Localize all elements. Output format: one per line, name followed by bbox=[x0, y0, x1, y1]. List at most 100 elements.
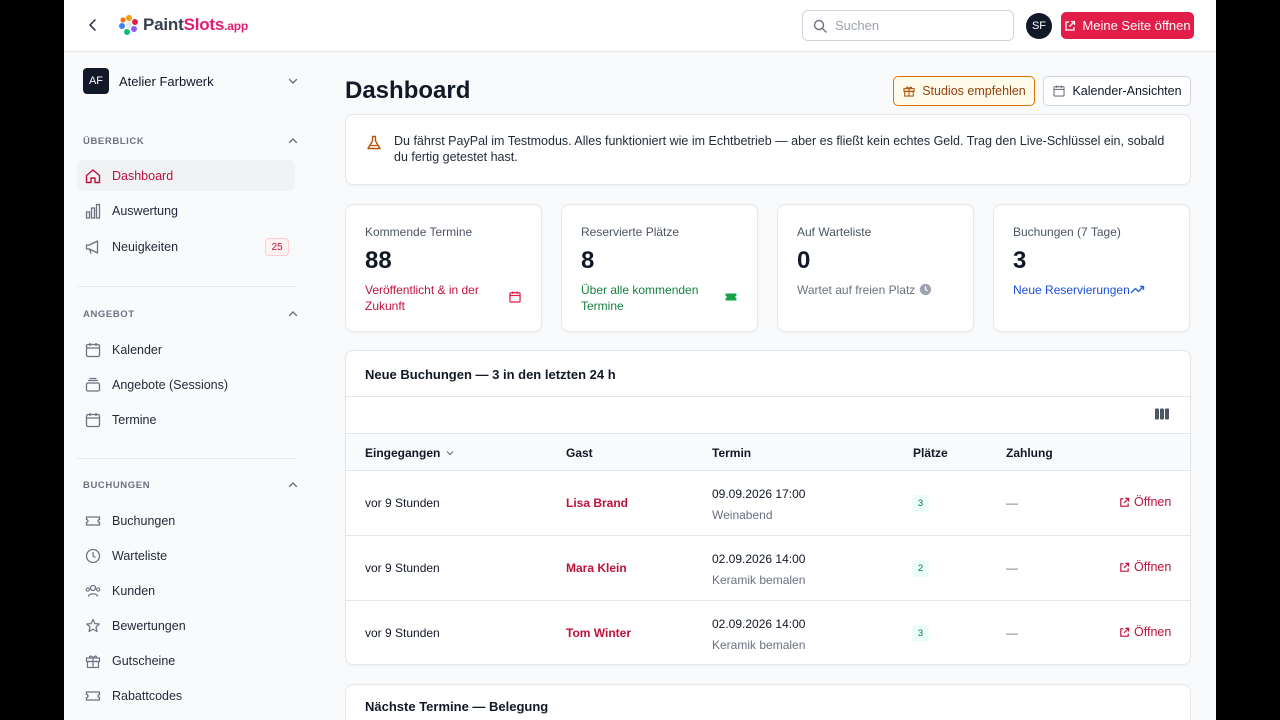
sidebar-item-dashboard[interactable]: Dashboard bbox=[77, 160, 295, 191]
open-booking-link[interactable]: Öffnen bbox=[1119, 625, 1171, 639]
appointment-event: Weinabend bbox=[712, 508, 773, 522]
payment-cell: — bbox=[1006, 561, 1018, 575]
sidebar-item-label: Warteliste bbox=[112, 548, 168, 563]
sidebar-item-analytics[interactable]: Auswertung bbox=[77, 195, 295, 226]
layers-icon bbox=[84, 376, 102, 394]
clock-icon bbox=[84, 547, 102, 565]
org-name: Atelier Farbwerk bbox=[119, 73, 214, 89]
logo[interactable]: PaintSlots.app bbox=[118, 14, 248, 36]
guest-link[interactable]: Tom Winter bbox=[566, 626, 631, 640]
sidebar-item-label: Neuigkeiten bbox=[112, 239, 179, 254]
back-button[interactable] bbox=[82, 14, 104, 36]
stat-card-reserved: Reservierte Plätze 8 Über alle kommenden… bbox=[561, 204, 758, 332]
calendar-views-label: Kalender-Ansichten bbox=[1072, 84, 1182, 98]
external-link-icon bbox=[1120, 497, 1130, 507]
sidebar-divider bbox=[77, 286, 295, 287]
section-offer-label: ANGEBOT bbox=[83, 308, 135, 320]
notice-text: Du fährst PayPal im Testmodus. Alles fun… bbox=[394, 134, 1165, 164]
stat-sub: Neue Reservierungen bbox=[1013, 283, 1130, 297]
table-row: vor 9 Stunden Lisa Brand 09.09.2026 17:0… bbox=[346, 471, 1190, 536]
external-link-icon bbox=[1065, 20, 1076, 31]
calendar-icon bbox=[508, 290, 522, 309]
stat-sub: Veröffentlicht & in der Zukunft bbox=[365, 283, 479, 313]
column-header-label: Eingegangen bbox=[365, 446, 441, 460]
received-cell: vor 9 Stunden bbox=[365, 496, 440, 510]
seats-badge: 3 bbox=[912, 495, 929, 512]
sidebar-item-sessions[interactable]: Angebote (Sessions) bbox=[77, 369, 295, 400]
external-link-icon bbox=[1120, 627, 1130, 637]
flask-icon bbox=[365, 134, 383, 157]
guest-link[interactable]: Mara Klein bbox=[566, 561, 627, 575]
open-my-page-button[interactable]: Meine Seite öffnen bbox=[1061, 12, 1194, 39]
new-bookings-card: Neue Buchungen — 3 in den letzten 24 h E… bbox=[345, 350, 1191, 665]
sidebar-item-calendar[interactable]: Kalender bbox=[77, 334, 295, 365]
search-box[interactable] bbox=[802, 10, 1014, 41]
stat-value: 3 bbox=[1013, 247, 1027, 274]
stat-value: 0 bbox=[797, 247, 811, 274]
column-toggle-button[interactable] bbox=[1154, 407, 1172, 421]
external-link-icon bbox=[1120, 562, 1130, 572]
column-header-payment: Zahlung bbox=[1006, 446, 1053, 460]
chevron-left-icon bbox=[89, 19, 96, 31]
search-input[interactable] bbox=[835, 18, 995, 33]
open-link-label: Öffnen bbox=[1134, 625, 1172, 639]
sidebar-item-reviews[interactable]: Bewertungen bbox=[77, 610, 295, 641]
guest-link[interactable]: Lisa Brand bbox=[566, 496, 628, 510]
new-bookings-title: Neue Buchungen — 3 in den letzten 24 h bbox=[365, 367, 616, 382]
section-offer-toggle[interactable]: ANGEBOT bbox=[83, 306, 299, 322]
org-switcher[interactable]: AF Atelier Farbwerk bbox=[83, 68, 299, 94]
column-header-label: Plätze bbox=[913, 446, 948, 460]
sidebar: AF Atelier Farbwerk ÜBERBLICK Dashboard … bbox=[64, 52, 312, 720]
news-count-badge: 25 bbox=[265, 238, 289, 256]
open-booking-link[interactable]: Öffnen bbox=[1119, 495, 1171, 509]
open-booking-link[interactable]: Öffnen bbox=[1119, 560, 1171, 574]
sidebar-item-vouchers[interactable]: Gutscheine bbox=[77, 645, 295, 676]
stat-label: Reservierte Plätze bbox=[581, 225, 680, 239]
calendar-icon bbox=[1053, 85, 1066, 97]
appointment-event: Keramik bemalen bbox=[712, 573, 806, 587]
sidebar-item-label: Buchungen bbox=[112, 513, 176, 528]
section-bookings-toggle[interactable]: BUCHUNGEN bbox=[83, 477, 299, 493]
recommend-studios-label: Studios empfehlen bbox=[922, 84, 1026, 98]
section-overview-toggle[interactable]: ÜBERBLICK bbox=[83, 133, 299, 149]
user-avatar[interactable]: SF bbox=[1026, 13, 1052, 39]
trending-up-icon bbox=[1130, 283, 1145, 301]
appointment-date: 02.09.2026 14:00 bbox=[712, 617, 806, 631]
chevron-down-icon bbox=[446, 451, 454, 456]
sidebar-item-label: Dashboard bbox=[112, 168, 174, 183]
stat-sub: Über alle kommenden Termine bbox=[581, 283, 699, 313]
column-header-received[interactable]: Eingegangen bbox=[365, 446, 455, 460]
star-icon bbox=[84, 617, 102, 635]
gift-icon bbox=[903, 86, 915, 97]
sidebar-item-news[interactable]: Neuigkeiten 25 bbox=[77, 231, 295, 262]
calendar-views-button[interactable]: Kalender-Ansichten bbox=[1043, 76, 1191, 106]
column-header-label: Zahlung bbox=[1006, 446, 1053, 460]
sidebar-item-customers[interactable]: Kunden bbox=[77, 575, 295, 606]
seats-badge: 2 bbox=[912, 560, 929, 577]
sidebar-item-waitlist[interactable]: Warteliste bbox=[77, 540, 295, 571]
ticket-icon bbox=[724, 290, 738, 309]
search-icon bbox=[813, 19, 827, 33]
card-divider bbox=[346, 396, 1190, 397]
payment-cell: — bbox=[1006, 496, 1018, 510]
sidebar-item-bookings[interactable]: Buchungen bbox=[77, 505, 295, 536]
sidebar-item-appointments[interactable]: Termine bbox=[77, 404, 295, 435]
stat-label: Buchungen (7 Tage) bbox=[1013, 225, 1121, 239]
received-cell: vor 9 Stunden bbox=[365, 626, 440, 640]
column-header-label: Termin bbox=[712, 446, 752, 460]
recommend-studios-button[interactable]: Studios empfehlen bbox=[893, 76, 1035, 106]
stat-card-bookings-7-days: Buchungen (7 Tage) 3 Neue Reservierungen bbox=[993, 204, 1190, 332]
next-appointments-card: Nächste Termine — Belegung bbox=[345, 684, 1191, 720]
seats-badge: 3 bbox=[912, 625, 929, 642]
clock-icon bbox=[919, 283, 932, 301]
section-bookings-label: BUCHUNGEN bbox=[83, 479, 151, 491]
sidebar-item-label: Termine bbox=[112, 412, 157, 427]
users-icon bbox=[84, 582, 102, 600]
chevron-up-icon bbox=[288, 482, 298, 488]
megaphone-icon bbox=[84, 238, 102, 256]
sidebar-item-label: Kunden bbox=[112, 583, 156, 598]
stat-sub: Wartet auf freien Platz bbox=[797, 283, 916, 297]
column-header-label: Gast bbox=[566, 446, 593, 460]
sidebar-item-discount-codes[interactable]: Rabattcodes bbox=[77, 680, 295, 711]
sidebar-item-label: Angebote (Sessions) bbox=[112, 377, 229, 392]
